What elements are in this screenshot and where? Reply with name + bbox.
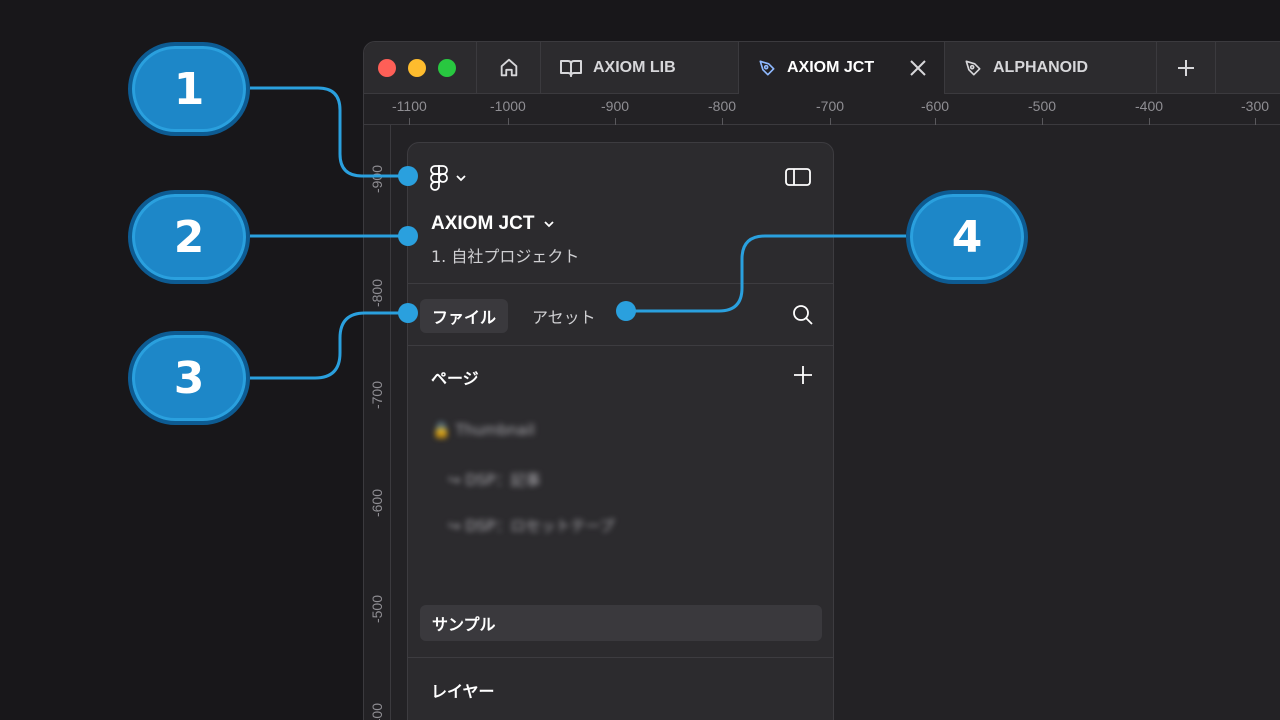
page-item[interactable]: 🔒 Thumbnail (432, 421, 535, 439)
layers-header: レイヤー (431, 682, 495, 701)
callout-badge-3: 3 (128, 331, 250, 425)
chevron-down-icon (456, 175, 466, 182)
ruler-tick: -400 (369, 702, 385, 720)
ruler-tick: -1100 (392, 98, 427, 125)
ruler-tick: -700 (816, 98, 845, 125)
page-item[interactable]: ↪ DSP：記事 (448, 469, 540, 490)
tab-axiom-jct[interactable]: AXIOM JCT (738, 42, 944, 94)
ruler-tick: -600 (921, 98, 950, 125)
plus-icon (1178, 60, 1194, 76)
project-name[interactable]: 1. 自社プロジェクト (431, 243, 579, 267)
horizontal-ruler: -1100 -1000 -900 -800 -700 -600 -500 -40… (364, 94, 1280, 125)
search-icon[interactable] (791, 303, 815, 327)
callout-badge-4: 4 (906, 190, 1028, 284)
vertical-ruler: -900 -800 -700 -600 -500 -400 (364, 125, 391, 720)
home-icon (500, 58, 517, 77)
ruler-tick: -300 (1241, 98, 1270, 125)
ruler-tick: -1000 (490, 98, 526, 125)
selected-page-item[interactable]: サンプル (420, 605, 822, 641)
file-name: AXIOM JCT (431, 213, 535, 234)
plus-icon[interactable] (793, 365, 813, 385)
tab-assets[interactable]: アセット (520, 299, 608, 333)
divider (408, 345, 833, 346)
new-tab-button[interactable] (1156, 42, 1216, 94)
ruler-tick: -500 (1028, 98, 1057, 125)
minimize-window-button[interactable] (408, 59, 426, 77)
pages-header: ページ (431, 369, 479, 388)
divider (408, 657, 833, 658)
sidebar-toggle-icon[interactable] (785, 167, 811, 187)
file-name-menu[interactable]: AXIOM JCT (431, 213, 555, 235)
ruler-tick: -900 (601, 98, 630, 125)
main-menu-button[interactable] (430, 165, 466, 191)
page-item[interactable]: ↪ DSP：ロセットテープ (448, 515, 615, 536)
close-window-button[interactable] (378, 59, 396, 77)
left-panel: AXIOM JCT 1. 自社プロジェクト ファイル アセット ページ 🔒 Th… (407, 142, 834, 720)
ruler-tick: -500 (369, 594, 385, 624)
zoom-window-button[interactable] (438, 59, 456, 77)
chevron-down-icon (544, 221, 555, 228)
callout-badge-1: 1 (128, 42, 250, 136)
ruler-tick: -700 (369, 380, 385, 410)
tab-bar: AXIOM LIB AXIOM JCT ALPHANOID (364, 42, 1280, 94)
book-icon (560, 60, 582, 77)
pen-tool-icon (965, 60, 981, 76)
ruler-tick: -800 (708, 98, 737, 125)
figma-logo-icon (430, 165, 448, 191)
tab-label: AXIOM LIB (593, 59, 676, 76)
tab-label: AXIOM JCT (787, 59, 875, 76)
close-icon[interactable] (908, 58, 928, 78)
tab-files[interactable]: ファイル (420, 299, 508, 333)
ruler-tick: -400 (1135, 98, 1164, 125)
ruler-tick: -800 (369, 278, 385, 308)
tab-alphanoid[interactable]: ALPHANOID (944, 42, 1156, 94)
divider (408, 283, 833, 284)
ruler-tick: -900 (369, 164, 385, 194)
pen-tool-icon (759, 60, 775, 76)
tab-axiom-lib[interactable]: AXIOM LIB (540, 42, 738, 94)
callout-badge-2: 2 (128, 190, 250, 284)
tab-label: ALPHANOID (993, 59, 1089, 76)
home-tab[interactable] (476, 42, 540, 94)
ruler-tick: -600 (369, 488, 385, 518)
